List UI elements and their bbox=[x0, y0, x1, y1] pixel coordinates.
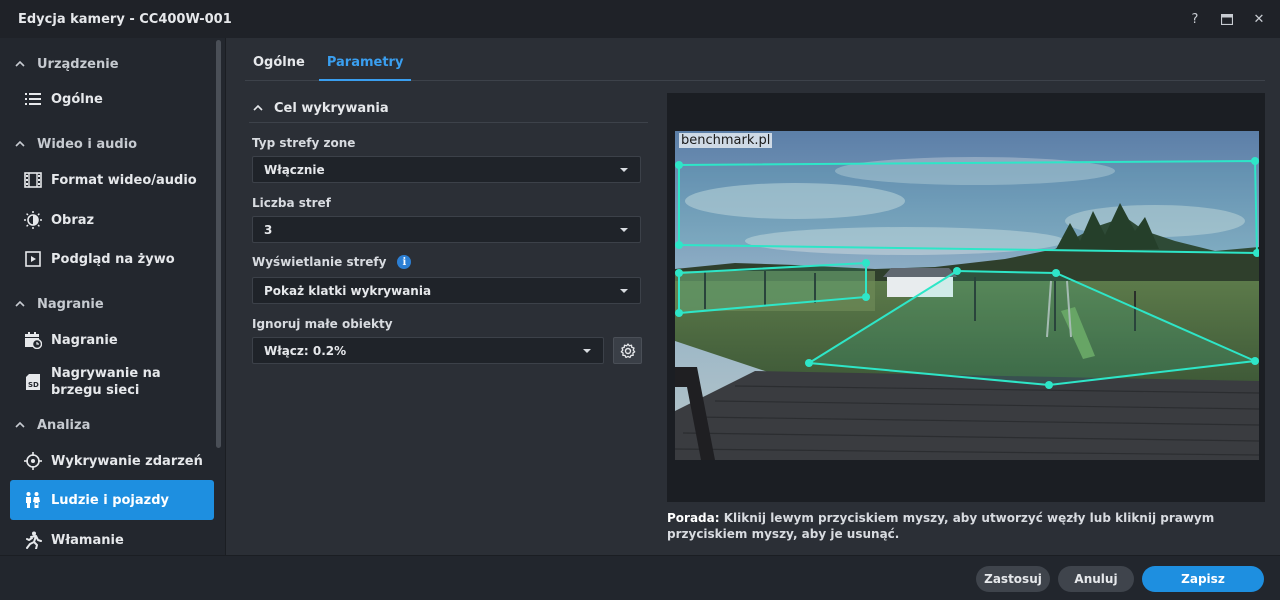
film-icon bbox=[23, 170, 43, 190]
section-label: Wideo i audio bbox=[37, 136, 138, 152]
sidebar: Urządzenie Ogólne Wideo i audio Format w… bbox=[0, 38, 226, 555]
caret-down-icon bbox=[620, 228, 628, 232]
caret-down-icon bbox=[583, 349, 591, 353]
apply-button[interactable]: Zastosuj bbox=[976, 566, 1050, 592]
section-analiza[interactable]: Analiza bbox=[14, 415, 90, 435]
sidebar-item-ogolne[interactable]: Ogólne bbox=[10, 79, 214, 119]
select-value: Pokaż klatki wykrywania bbox=[264, 283, 432, 298]
zone-type-select[interactable]: Włącznie bbox=[252, 156, 641, 183]
divider bbox=[249, 122, 648, 123]
sidebar-item-nagrywanie-brzeg[interactable]: SD Nagrywanie na brzegu sieci bbox=[10, 360, 214, 404]
intrusion-icon bbox=[23, 530, 43, 550]
select-value: Włącznie bbox=[264, 162, 325, 177]
sidebar-scrollbar[interactable] bbox=[216, 40, 221, 448]
cancel-button[interactable]: Anuluj bbox=[1058, 566, 1134, 592]
sidebar-item-format[interactable]: Format wideo/audio bbox=[10, 160, 214, 200]
caret-down-icon bbox=[620, 168, 628, 172]
section-label: Nagranie bbox=[37, 296, 104, 312]
select-value: Włącz: 0.2% bbox=[264, 343, 347, 358]
detection-form: Cel wykrywania Typ strefy zone Włącznie … bbox=[249, 98, 648, 364]
person-vehicle-icon bbox=[23, 490, 43, 510]
chevron-up-icon bbox=[253, 104, 263, 111]
zone-type-label: Typ strefy zone bbox=[252, 136, 356, 150]
zone-count-label: Liczba stref bbox=[252, 196, 331, 210]
chevron-up-icon bbox=[15, 300, 25, 307]
tab-ogolne[interactable]: Ogólne bbox=[245, 44, 313, 81]
main-panel: Ogólne Parametry Cel wykrywania Typ stre… bbox=[227, 38, 1280, 555]
save-button[interactable]: Zapisz bbox=[1142, 566, 1264, 592]
window-controls: ? ✕ bbox=[1188, 0, 1266, 38]
sidebar-item-label: Nagranie bbox=[51, 332, 118, 348]
sidebar-item-label: Nagrywanie na brzegu sieci bbox=[51, 366, 161, 398]
info-icon[interactable]: i bbox=[397, 255, 412, 269]
chevron-up-icon bbox=[15, 421, 25, 428]
camera-watermark: benchmark.pl bbox=[679, 133, 773, 148]
zone-display-select[interactable]: Pokaż klatki wykrywania bbox=[252, 277, 641, 304]
camera-preview-panel: benchmark.pl bbox=[667, 93, 1265, 502]
sidebar-item-ludzie-pojazdy[interactable]: Ludzie i pojazdy bbox=[10, 480, 214, 520]
zone-count-select[interactable]: 3 bbox=[252, 216, 641, 243]
sidebar-item-wlamanie[interactable]: Włamanie bbox=[10, 520, 214, 555]
crosshair-icon bbox=[23, 451, 43, 471]
ignore-small-select[interactable]: Włącz: 0.2% bbox=[252, 337, 604, 364]
section-cel-wykrywania[interactable]: Cel wykrywania bbox=[252, 98, 648, 118]
window-title: Edycja kamery - CC400W-001 bbox=[18, 11, 232, 27]
sidebar-item-podglad[interactable]: Podgląd na żywo bbox=[10, 239, 214, 279]
zone-display-label-row: Wyświetlanie strefy i bbox=[252, 255, 412, 269]
chevron-up-icon bbox=[15, 140, 25, 147]
camera-image[interactable]: benchmark.pl bbox=[675, 131, 1259, 460]
sidebar-item-label: Ogólne bbox=[51, 91, 103, 107]
section-title: Cel wykrywania bbox=[274, 100, 389, 116]
sidebar-item-label: Włamanie bbox=[51, 532, 124, 548]
gear-icon bbox=[620, 342, 635, 358]
select-value: 3 bbox=[264, 222, 273, 237]
settings-button[interactable] bbox=[613, 337, 642, 364]
sidebar-item-label: Format wideo/audio bbox=[51, 172, 197, 188]
camera-edit-dialog: Edycja kamery - CC400W-001 ? ✕ Urządzeni… bbox=[0, 0, 1280, 600]
dialog-footer: Zastosuj Anuluj Zapisz bbox=[0, 555, 1280, 600]
svg-text:SD: SD bbox=[28, 381, 39, 389]
brightness-icon bbox=[23, 210, 43, 230]
camera-scene bbox=[675, 131, 1259, 460]
list-icon bbox=[23, 89, 43, 109]
tip-text: Porada: Kliknij lewym przyciskiem myszy,… bbox=[667, 510, 1257, 542]
sidebar-item-label: Ludzie i pojazdy bbox=[51, 492, 170, 508]
live-view-icon bbox=[23, 249, 43, 269]
section-wideo-audio[interactable]: Wideo i audio bbox=[14, 134, 137, 154]
ignore-small-label: Ignoruj małe obiekty bbox=[252, 317, 393, 331]
chevron-up-icon bbox=[15, 60, 25, 67]
tab-bar: Ogólne Parametry bbox=[245, 44, 1265, 81]
sidebar-item-label: Obraz bbox=[51, 212, 95, 228]
section-label: Analiza bbox=[37, 417, 91, 433]
title-bar: Edycja kamery - CC400W-001 ? ✕ bbox=[0, 0, 1280, 38]
tab-parametry[interactable]: Parametry bbox=[318, 44, 412, 81]
zone-display-label: Wyświetlanie strefy bbox=[252, 255, 387, 269]
section-nagranie[interactable]: Nagranie bbox=[14, 294, 104, 314]
sidebar-item-label: Podgląd na żywo bbox=[51, 251, 175, 267]
sidebar-item-label: Wykrywanie zdarzeń bbox=[51, 453, 203, 469]
sidebar-item-wykrywanie[interactable]: Wykrywanie zdarzeń bbox=[10, 441, 214, 481]
help-icon[interactable]: ? bbox=[1188, 12, 1202, 27]
sidebar-item-obraz[interactable]: Obraz bbox=[10, 200, 214, 240]
tip-body: Kliknij lewym przyciskiem myszy, aby utw… bbox=[667, 511, 1215, 541]
sd-card-icon: SD bbox=[23, 372, 43, 392]
section-label: Urządzenie bbox=[37, 56, 119, 72]
section-urzadzenie[interactable]: Urządzenie bbox=[14, 54, 119, 74]
calendar-clock-icon bbox=[23, 330, 43, 350]
sidebar-item-nagranie[interactable]: Nagranie bbox=[10, 320, 214, 360]
tip-prefix: Porada: bbox=[667, 511, 720, 525]
maximize-icon[interactable] bbox=[1220, 12, 1234, 26]
close-icon[interactable]: ✕ bbox=[1252, 12, 1266, 27]
caret-down-icon bbox=[620, 289, 628, 293]
